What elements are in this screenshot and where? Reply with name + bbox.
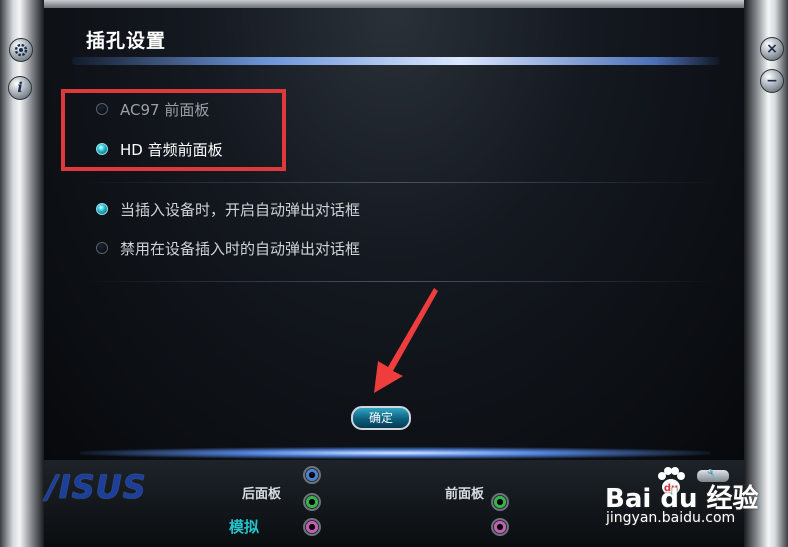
gear-icon[interactable] — [9, 38, 33, 62]
front-panel-label: 前面板 — [445, 487, 485, 502]
info-icon[interactable]: i — [8, 76, 32, 100]
annotation-arrow-icon — [374, 288, 438, 393]
analog-mode-label: 模拟 — [229, 518, 260, 536]
radio-unselected-icon — [96, 242, 108, 254]
jack-settings-window: i × − 插孔设置 AC97 前面板 HD 音频前面板 当插入设备时，开启自动… — [0, 0, 788, 547]
title-underline — [72, 57, 720, 65]
rear-green-jack-icon[interactable] — [303, 493, 321, 511]
window-top-frame — [0, 0, 788, 8]
option-label: 禁用在设备插入时的自动弹出对话框 — [120, 239, 361, 258]
ok-button[interactable]: 确定 — [351, 406, 411, 430]
radio-selected-icon — [96, 203, 108, 215]
rear-panel-label: 后面板 — [242, 487, 282, 502]
section-divider — [84, 281, 720, 282]
bottom-glow-divider — [80, 447, 710, 459]
section-divider — [84, 182, 720, 183]
gear-icon-glyph — [14, 43, 28, 57]
annotation-highlight-box — [61, 89, 286, 171]
rear-pink-jack-icon[interactable] — [303, 518, 321, 536]
asus-logo: /ISUS — [46, 468, 147, 506]
minimize-icon[interactable]: − — [760, 69, 784, 93]
rear-blue-jack-icon[interactable] — [303, 466, 321, 484]
close-icon[interactable]: × — [760, 37, 784, 61]
front-pink-jack-icon[interactable] — [491, 518, 509, 536]
watermark-url: jingyan.baidu.com — [606, 510, 736, 526]
front-green-jack-icon[interactable] — [491, 493, 509, 511]
radio-disable-auto-popup[interactable]: 禁用在设备插入时的自动弹出对话框 — [96, 237, 360, 259]
radio-enable-auto-popup[interactable]: 当插入设备时，开启自动弹出对话框 — [96, 198, 360, 220]
option-label: 当插入设备时，开启自动弹出对话框 — [120, 200, 361, 219]
page-title: 插孔设置 — [86, 30, 167, 52]
